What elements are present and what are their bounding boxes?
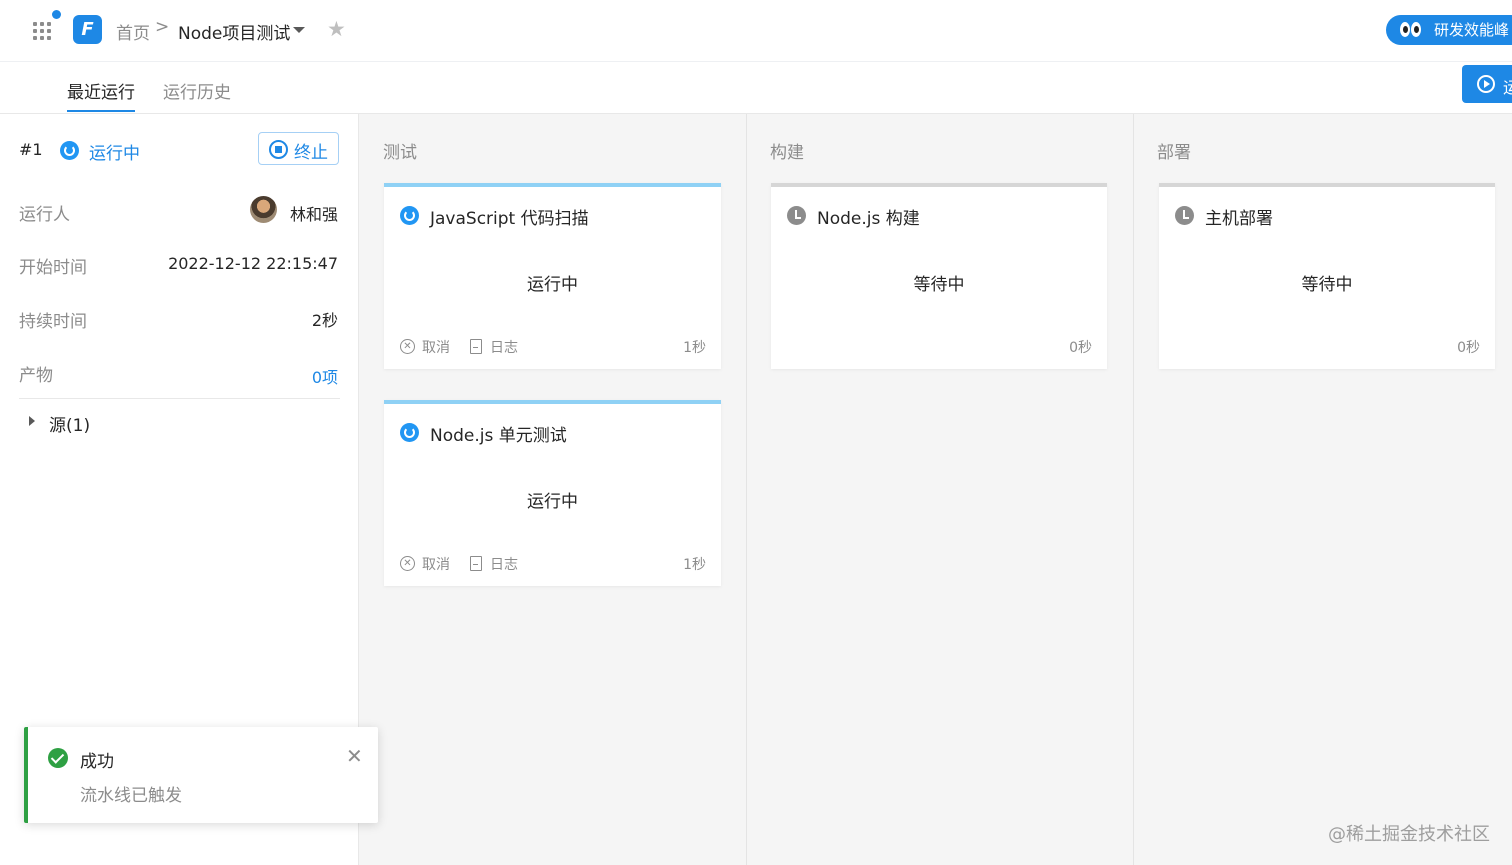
- success-toast: 成功 流水线已触发 ✕: [24, 727, 378, 823]
- artifacts-label: 产物: [19, 366, 53, 386]
- runner-label: 运行人: [19, 205, 70, 225]
- app-logo[interactable]: F: [73, 15, 102, 44]
- job-cancel-button[interactable]: 取消: [422, 554, 450, 574]
- job-status-bar: [384, 400, 721, 404]
- job-log-button[interactable]: 日志: [490, 337, 518, 357]
- stop-button-label: 终止: [294, 143, 328, 163]
- stage-title: 部署: [1157, 143, 1191, 163]
- job-duration: 1秒: [683, 340, 706, 356]
- job-card-js-scan[interactable]: JavaScript 代码扫描 运行中 ✕ 取消 日志 1秒: [384, 183, 721, 369]
- watermark: @稀土掘金技术社区: [1328, 824, 1490, 845]
- start-time-value: 2022-12-12 22:15:47: [168, 254, 338, 273]
- top-bar: F 首页 > Node项目测试 ★ 研发效能峰: [0, 0, 1512, 62]
- active-tab-indicator: [67, 110, 135, 112]
- run-status: 运行中: [89, 144, 140, 164]
- stage-column-test: 测试 JavaScript 代码扫描 运行中 ✕ 取消 日志 1秒 Node.j…: [359, 114, 747, 865]
- job-name: JavaScript 代码扫描: [430, 209, 589, 229]
- job-status-bar: [1159, 183, 1495, 187]
- runner-avatar: [250, 196, 277, 223]
- job-status: 运行中: [527, 275, 578, 295]
- play-circle-icon: [1477, 75, 1495, 93]
- job-status: 等待中: [1301, 275, 1353, 295]
- notification-dot: [52, 10, 61, 19]
- toast-title: 成功: [80, 752, 114, 772]
- job-duration: 1秒: [683, 557, 706, 573]
- close-icon[interactable]: ✕: [346, 744, 363, 768]
- duration-label: 持续时间: [19, 312, 87, 332]
- promo-text: 研发效能峰: [1434, 21, 1510, 39]
- apps-grid-icon[interactable]: [33, 22, 51, 40]
- running-spinner-icon: [400, 423, 419, 442]
- job-name: Node.js 构建: [817, 209, 920, 229]
- breadcrumb-home[interactable]: 首页: [116, 19, 150, 44]
- clock-icon: [787, 206, 806, 225]
- job-name: 主机部署: [1205, 209, 1273, 229]
- job-status-bar: [384, 183, 721, 187]
- favorite-star-icon[interactable]: ★: [327, 17, 346, 41]
- stop-circle-icon: [269, 140, 288, 159]
- clock-icon: [1175, 206, 1194, 225]
- success-check-icon: [48, 748, 68, 768]
- run-pipeline-button[interactable]: 运: [1462, 65, 1512, 103]
- stage-title: 测试: [383, 143, 417, 163]
- project-dropdown-caret-icon[interactable]: [293, 27, 305, 33]
- job-name: Node.js 单元测试: [430, 426, 567, 446]
- duration-value: 2秒: [311, 311, 338, 330]
- run-number: #1: [19, 140, 43, 159]
- job-duration: 0秒: [1457, 340, 1480, 356]
- tab-run-history[interactable]: 运行历史: [163, 78, 231, 103]
- log-icon[interactable]: [470, 339, 482, 354]
- promo-banner[interactable]: 研发效能峰: [1386, 15, 1512, 45]
- breadcrumb-chevron-icon: >: [155, 17, 170, 37]
- cancel-circle-icon[interactable]: ✕: [400, 339, 415, 354]
- cancel-circle-icon[interactable]: ✕: [400, 556, 415, 571]
- stage-column-build: 构建 Node.js 构建 等待中 0秒: [747, 114, 1134, 865]
- stage-title: 构建: [770, 143, 804, 163]
- job-status: 等待中: [913, 275, 965, 295]
- job-status-bar: [771, 183, 1107, 187]
- job-log-button[interactable]: 日志: [490, 554, 518, 574]
- runner-name: 林和强: [289, 205, 338, 224]
- job-cancel-button[interactable]: 取消: [422, 337, 450, 357]
- source-expand-caret-icon[interactable]: [29, 416, 35, 426]
- sidebar-divider: [19, 398, 340, 399]
- job-card-host-deploy[interactable]: 主机部署 等待中 0秒: [1159, 183, 1495, 369]
- start-time-label: 开始时间: [19, 258, 87, 278]
- tab-recent-runs[interactable]: 最近运行: [67, 78, 135, 103]
- toast-message: 流水线已触发: [80, 786, 182, 806]
- job-status: 运行中: [527, 492, 578, 512]
- source-section-toggle[interactable]: 源(1): [49, 411, 90, 436]
- stop-run-button[interactable]: 终止: [258, 132, 339, 165]
- job-card-node-build[interactable]: Node.js 构建 等待中 0秒: [771, 183, 1107, 369]
- running-spinner-icon: [60, 141, 79, 160]
- job-card-unit-test[interactable]: Node.js 单元测试 运行中 ✕ 取消 日志 1秒: [384, 400, 721, 586]
- log-icon[interactable]: [470, 556, 482, 571]
- artifacts-link[interactable]: 0项: [312, 364, 338, 388]
- job-duration: 0秒: [1069, 340, 1092, 356]
- tab-bar: 最近运行 运行历史 运: [0, 62, 1512, 114]
- stage-column-deploy: 部署 主机部署 等待中 0秒: [1134, 114, 1512, 865]
- breadcrumb-project[interactable]: Node项目测试: [178, 19, 290, 44]
- run-button-label: 运: [1503, 78, 1512, 97]
- eyes-icon: [1400, 22, 1422, 38]
- running-spinner-icon: [400, 206, 419, 225]
